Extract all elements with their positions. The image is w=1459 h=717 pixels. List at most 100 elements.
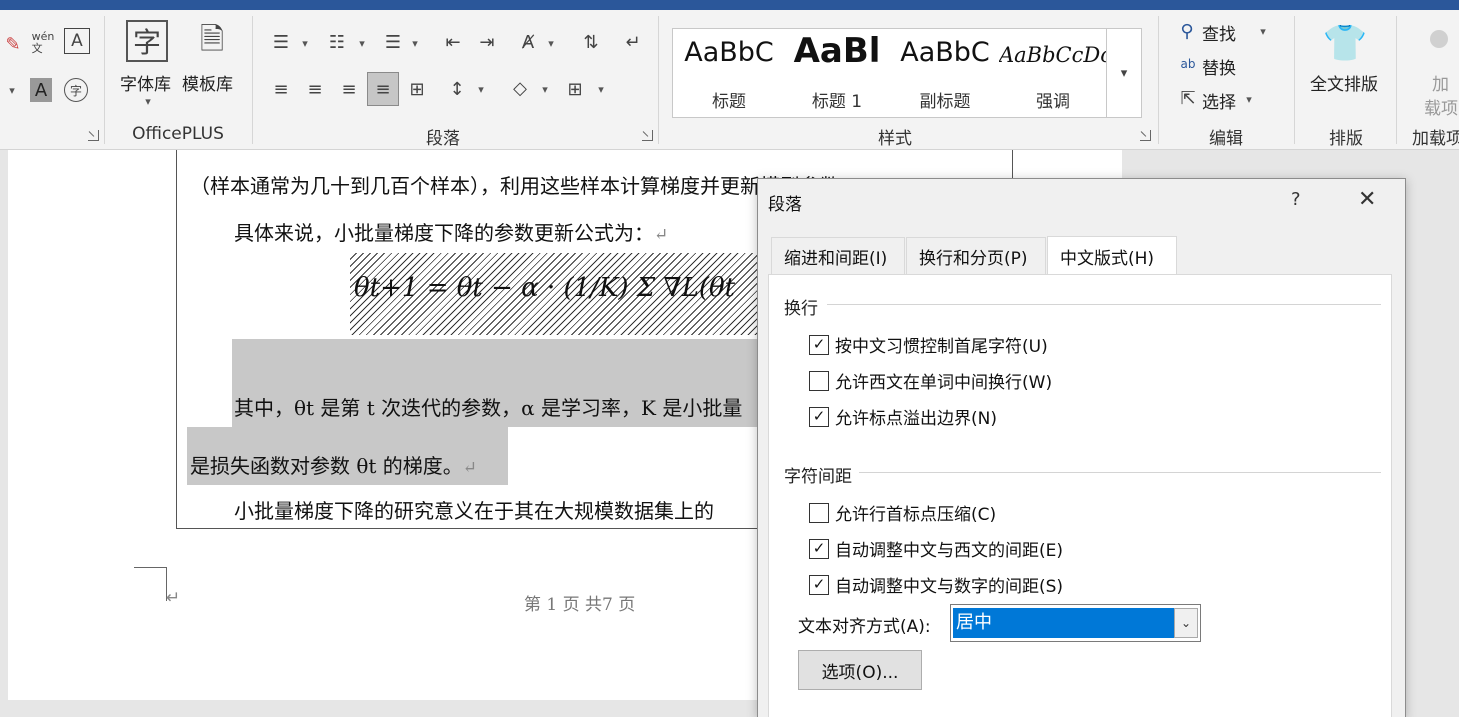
font-library-icon[interactable]: 字 (126, 20, 168, 62)
group-label-paragraph: 段落 (426, 129, 460, 149)
increase-indent-icon[interactable]: ⇥ (474, 30, 500, 54)
checkbox-unchecked[interactable] (809, 502, 829, 523)
style-sample: AaBbC (684, 37, 774, 68)
checkbox-checked[interactable]: ✓ (809, 538, 829, 559)
font-launcher-icon[interactable] (88, 130, 99, 141)
chevron-down-icon[interactable]: ▾ (140, 94, 156, 108)
style-name: 标题 (712, 92, 746, 112)
full-layout-button[interactable]: 全文排版 (1310, 70, 1378, 95)
checkbox-row[interactable]: ✓ 自动调整中文与西文的间距(E) (809, 536, 1063, 561)
checkbox-checked[interactable]: ✓ (809, 334, 829, 355)
distribute-icon[interactable]: ⊞ (404, 76, 430, 102)
char-scaling-icon[interactable]: Ⱥ (515, 30, 541, 54)
paragraph-mark: ↵ (462, 458, 478, 478)
style-emphasis[interactable]: AaBbCcDc 强调 (999, 29, 1107, 117)
paragraph-launcher-icon[interactable] (642, 130, 653, 141)
chevron-down-icon[interactable]: ▾ (2, 80, 22, 100)
find-button[interactable]: 查找 (1202, 20, 1236, 45)
options-button[interactable]: 选项(O)... (798, 650, 922, 690)
replace-icon[interactable]: ab (1176, 52, 1200, 76)
style-sample: AaBbCcDc (999, 43, 1107, 67)
chevron-down-icon[interactable]: ▾ (298, 36, 312, 50)
chevron-down-icon[interactable]: ▾ (538, 82, 552, 96)
addin-label-bottom: 载项 (1424, 99, 1458, 119)
style-heading-1[interactable]: AaBl 标题 1 (783, 29, 891, 117)
show-marks-icon[interactable]: ↵ (620, 30, 646, 54)
style-name: 标题 1 (811, 92, 863, 112)
tab-line-page-breaks[interactable]: 换行和分页(P) (906, 237, 1046, 274)
checkbox-row[interactable]: 允许行首标点压缩(C) (809, 500, 996, 525)
line-spacing-icon[interactable]: ↕ (444, 76, 470, 102)
font-library-button[interactable]: 字体库 (120, 70, 171, 95)
char-shading-icon[interactable]: A (30, 78, 52, 102)
decrease-indent-icon[interactable]: ⇤ (440, 30, 466, 54)
doc-line[interactable]: 具体来说，小批量梯度下降的参数更新公式为：↵ (234, 217, 668, 246)
template-library-icon[interactable]: 🗎 (192, 20, 232, 64)
align-right-icon[interactable]: ≡ (336, 76, 362, 102)
styles-more-icon[interactable]: ▾ (1106, 29, 1141, 117)
enclose-char-icon[interactable]: 字 (64, 78, 88, 102)
chevron-down-icon[interactable]: ▾ (408, 36, 422, 50)
chevron-down-icon[interactable]: ▾ (1242, 92, 1256, 106)
help-icon[interactable]: ? (1291, 189, 1301, 210)
replace-button[interactable]: 替换 (1202, 54, 1236, 79)
numbering-icon[interactable]: ☷ (324, 30, 350, 54)
chevron-down-icon[interactable]: ▾ (474, 82, 488, 96)
close-icon[interactable]: ✕ (1358, 187, 1376, 212)
align-left-icon[interactable]: ≡ (268, 76, 294, 102)
pinyin-guide-icon[interactable]: wén 文 (30, 28, 56, 58)
chevron-down-icon[interactable]: ▾ (355, 36, 369, 50)
style-sample: AaBl (793, 31, 881, 71)
shirt-layout-icon[interactable]: 👕 (1322, 20, 1368, 66)
styles-gallery: AaBbC 标题 AaBl 标题 1 AaBbC 副标题 AaBbCcDc 强调… (672, 28, 1142, 118)
checkbox-row[interactable]: ✓ 按中文习惯控制首尾字符(U) (809, 332, 1048, 357)
doc-line[interactable]: 小批量梯度下降的研究意义在于其在大规模数据集上的 (234, 495, 714, 524)
section-title-wrap: 换行 (784, 299, 818, 319)
justify-icon[interactable]: ≡ (367, 72, 399, 106)
multilevel-list-icon[interactable]: ☰ (380, 30, 406, 54)
paragraph-mark: ↵ (166, 588, 181, 608)
doc-line[interactable]: 是损失函数对参数 θt 的梯度。↵ (190, 450, 477, 479)
style-heading[interactable]: AaBbC 标题 (675, 29, 783, 117)
checkbox-row[interactable]: 允许西文在单词中间换行(W) (809, 368, 1052, 393)
shading-icon[interactable]: ◇ (506, 74, 534, 102)
group-label-addins: 加载项 (1412, 129, 1459, 149)
style-subtitle[interactable]: AaBbC 副标题 (891, 29, 999, 117)
section-divider (859, 472, 1381, 473)
char-border-icon[interactable]: A (64, 28, 90, 54)
checkbox-row[interactable]: ✓ 自动调整中文与数字的间距(S) (809, 572, 1063, 597)
chevron-down-icon[interactable]: ▾ (544, 36, 558, 50)
checkbox-checked[interactable]: ✓ (809, 574, 829, 595)
text-alignment-label: 文本对齐方式(A): (798, 617, 931, 637)
doc-line[interactable]: 其中，θt 是第 t 次迭代的参数，α 是学习率，K 是小批量 (234, 392, 742, 421)
select-button[interactable]: 选择 (1202, 88, 1236, 113)
page-footer: 第 1 页 共7 页 (524, 595, 636, 615)
text-alignment-select[interactable]: 居中 ⌄ (950, 604, 1201, 642)
borders-icon[interactable]: ⊞ (562, 76, 588, 102)
chevron-down-icon[interactable]: ▾ (594, 82, 608, 96)
template-library-button[interactable]: 模板库 (182, 70, 233, 95)
group-label-editing: 编辑 (1209, 129, 1243, 149)
tab-asian-typography[interactable]: 中文版式(H) (1047, 236, 1177, 275)
cursor-icon[interactable]: ⇱ (1178, 86, 1198, 110)
chevron-down-icon[interactable]: ⌄ (1174, 608, 1198, 638)
chevron-down-icon[interactable]: ▾ (1256, 24, 1270, 38)
section-title-spacing: 字符间距 (784, 467, 852, 487)
checkbox-label: 允许标点溢出边界(N) (835, 409, 997, 429)
sort-icon[interactable]: ⇅ (578, 30, 604, 54)
group-label-officeplus: OfficePLUS (132, 124, 224, 144)
paragraph-mark: ↵ (654, 225, 669, 245)
search-icon[interactable]: ⚲ (1176, 20, 1198, 42)
divider (1294, 16, 1295, 144)
styles-launcher-icon[interactable] (1140, 130, 1151, 141)
clear-format-icon[interactable]: ✎ (2, 32, 24, 56)
align-center-icon[interactable]: ≡ (302, 76, 328, 102)
checkbox-checked[interactable]: ✓ (809, 406, 829, 427)
bullets-icon[interactable]: ☰ (268, 30, 294, 54)
tab-indent-spacing[interactable]: 缩进和间距(I) (771, 237, 905, 274)
formula-object[interactable]: θt+1 = θt − α · (1/K) Σ ∇L(θt (350, 253, 760, 335)
checkbox-unchecked[interactable] (809, 370, 829, 391)
addin-icon[interactable] (1430, 30, 1448, 48)
divider (658, 16, 659, 144)
checkbox-row[interactable]: ✓ 允许标点溢出边界(N) (809, 404, 997, 429)
